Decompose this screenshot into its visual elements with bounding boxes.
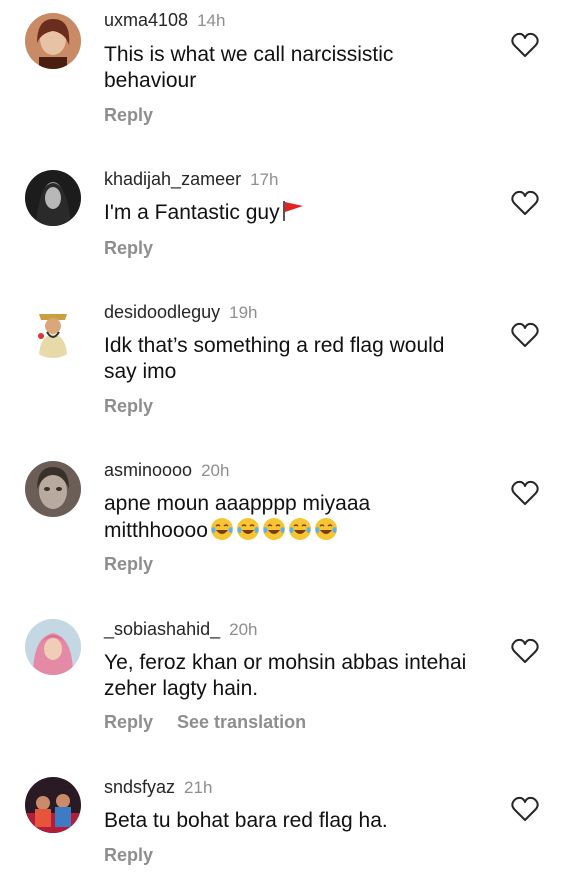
- heart-icon[interactable]: [511, 322, 539, 348]
- red-flag-emoji: [282, 201, 303, 221]
- avatar[interactable]: [25, 461, 81, 517]
- comment-text: Ye, feroz khan or mohsin abbas intehai z…: [104, 651, 467, 700]
- comment-text: apne moun aaapppp miyaaa mitthhoooo: [104, 492, 371, 542]
- tears-of-joy-emoji: [262, 518, 285, 540]
- comment-time: 20h: [229, 620, 258, 639]
- comment-username[interactable]: sndsfyaz: [104, 777, 175, 797]
- see-translation-button[interactable]: See translation: [177, 712, 306, 732]
- comment-text: I'm a Fantastic guy: [104, 200, 484, 226]
- comment-time: 19h: [229, 303, 258, 322]
- tears-of-joy-emoji: [314, 518, 337, 540]
- tears-of-joy-emoji: [210, 518, 233, 540]
- comment-text: Beta tu bohat bara red flag ha.: [104, 809, 388, 832]
- tears-of-joy-emoji: [236, 518, 259, 540]
- comment-username[interactable]: desidoodleguy: [104, 302, 220, 322]
- heart-icon[interactable]: [511, 190, 539, 216]
- reply-button[interactable]: Reply: [104, 554, 153, 574]
- heart-icon[interactable]: [511, 32, 539, 58]
- reply-button[interactable]: Reply: [104, 396, 153, 416]
- avatar[interactable]: [25, 777, 81, 833]
- avatar[interactable]: [25, 13, 81, 69]
- heart-icon[interactable]: [511, 480, 539, 506]
- comment-text: This is what we call narcissistic behavi…: [104, 43, 394, 92]
- avatar[interactable]: [25, 170, 81, 226]
- comment-username[interactable]: uxma4108: [104, 10, 188, 30]
- comment-text: Idk that’s something a red flag would sa…: [104, 334, 445, 383]
- reply-button[interactable]: Reply: [104, 238, 153, 258]
- reply-button[interactable]: Reply: [104, 845, 153, 865]
- tears-of-joy-emoji: [288, 518, 311, 540]
- comment-time: 17h: [250, 170, 279, 189]
- comment-time: 21h: [184, 778, 213, 797]
- comment-username[interactable]: _sobiashahid_: [104, 619, 220, 639]
- comment-time: 14h: [197, 11, 226, 30]
- reply-button[interactable]: Reply: [104, 712, 153, 732]
- avatar[interactable]: [25, 302, 81, 358]
- comment-time: 20h: [201, 461, 230, 480]
- reply-button[interactable]: Reply: [104, 105, 153, 125]
- heart-icon[interactable]: [511, 638, 539, 664]
- comment-username[interactable]: khadijah_zameer: [104, 169, 241, 189]
- comment-username[interactable]: asminoooo: [104, 460, 192, 480]
- heart-icon[interactable]: [511, 796, 539, 822]
- avatar[interactable]: [25, 619, 81, 675]
